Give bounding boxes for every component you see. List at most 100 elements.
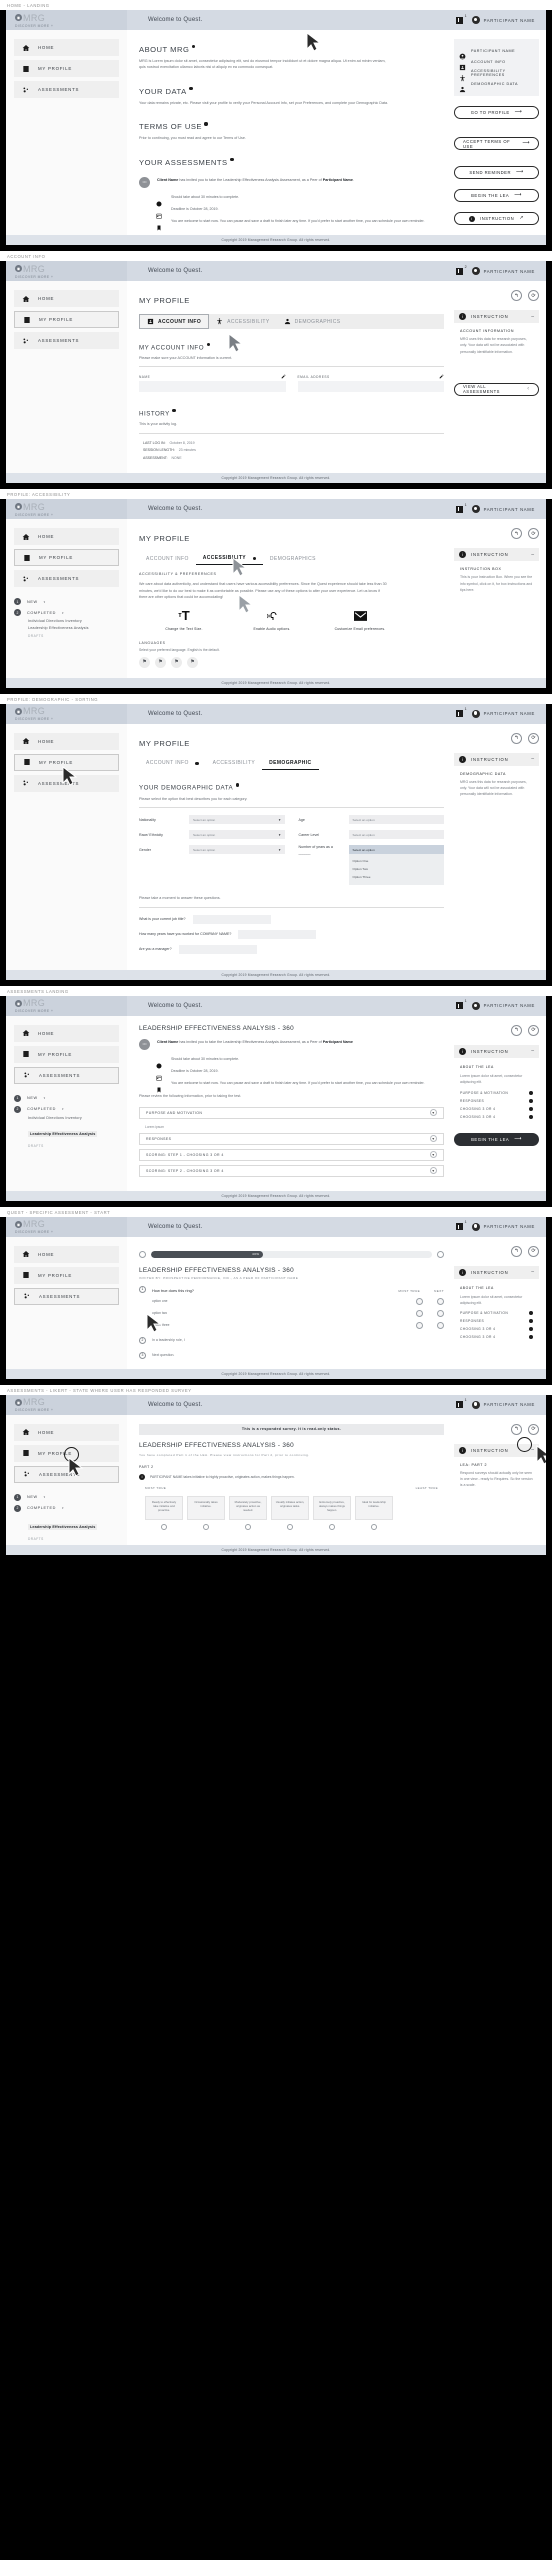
brand-logo[interactable]: ◉ MRG DISCOVER MORE + — [6, 703, 127, 724]
sidebar-link-idi[interactable]: Individual Directions Inventory — [28, 619, 127, 623]
sidebar-item-assessments[interactable]: ASSESSMENTS — [14, 1066, 119, 1084]
rail-item[interactable]: RESPONSES — [460, 1098, 533, 1103]
tab-accessibility[interactable]: ACCESSIBILITY — [209, 315, 276, 328]
collapse-icon[interactable]: – — [531, 314, 534, 320]
info-dot-icon[interactable] — [235, 783, 240, 787]
refresh-button[interactable]: ⟳ — [528, 1024, 539, 1036]
sidebar-item-assessments[interactable]: ASSESSMENTS — [14, 774, 119, 792]
sidebar-link-idi[interactable]: Individual Directions Inventory — [28, 1116, 127, 1120]
chevron-down-icon[interactable]: ▾ — [62, 1107, 64, 1111]
sidebar-link-lea[interactable]: Leadership Effectiveness Analysis — [28, 626, 127, 630]
manager-input[interactable] — [178, 944, 257, 954]
dropdown-option[interactable]: Option One — [353, 856, 441, 864]
section-scoring-step-1[interactable]: SCORING: STEP 1 - CHOOSING 3 OR 4 ▾ — [139, 1148, 444, 1161]
brand-tagline[interactable]: DISCOVER MORE + — [15, 717, 127, 721]
sidebar-item-assessments[interactable]: ASSESSMENTS — [14, 1465, 119, 1483]
gender-select[interactable]: Select an option ▾ — [189, 845, 285, 855]
option-email[interactable]: Customize Email preferences. — [329, 609, 391, 631]
user-menu[interactable]: PARTICIPANT NAME — [471, 1222, 535, 1231]
undo-button[interactable]: ↰ — [511, 732, 522, 744]
info-dot-icon[interactable] — [204, 122, 208, 126]
section-scoring-step-2[interactable]: SCORING: STEP 2 - CHOOSING 3 OR 4 ▾ — [139, 1164, 444, 1177]
sidebar-item-assessments[interactable]: ASSESSMENTS — [14, 570, 119, 588]
accept-terms-button[interactable]: ACCEPT TERMS OF USE ⟶ — [454, 137, 539, 150]
radio-option[interactable] — [203, 1523, 209, 1530]
tab-demographics[interactable]: DEMOGRAPHICS — [277, 315, 348, 328]
refresh-button[interactable]: ⟳ — [528, 528, 539, 540]
option-audio[interactable]: Enable Audio options. — [241, 609, 303, 631]
chevron-down-icon[interactable]: ▾ — [44, 1495, 46, 1499]
sidebar-item-my-profile[interactable]: MY PROFILE — [14, 1045, 119, 1063]
brand-logo[interactable]: ◉ MRG DISCOVER MORE + — [6, 1216, 127, 1237]
age-select[interactable]: Select an option — [348, 815, 444, 825]
next-question-row[interactable]: 3 Next question. — [139, 1351, 444, 1359]
info-dot-icon[interactable] — [252, 556, 256, 561]
notifications-button[interactable]: 1 — [455, 14, 467, 24]
progress-bar[interactable]: 40% — [139, 1250, 444, 1258]
years-company-input[interactable] — [238, 929, 317, 939]
rail-item[interactable]: CHOOSING 3 OR 4 — [460, 1106, 533, 1111]
menu-item-account-info[interactable]: ACCOUNT INFO — [459, 56, 534, 71]
brand-tagline[interactable]: DISCOVER MORE + — [15, 513, 127, 517]
radio-option[interactable] — [371, 1523, 377, 1530]
radio-option[interactable] — [329, 1523, 335, 1530]
brand-logo[interactable]: ◉ MRG DISCOVER MORE + — [6, 261, 127, 281]
chevron-down-icon[interactable]: ▾ — [62, 611, 64, 615]
refresh-button[interactable]: ⟳ — [528, 1423, 539, 1435]
brand-tagline[interactable]: DISCOVER MORE + — [15, 1009, 127, 1013]
instruction-header[interactable]: i INSTRUCTION – — [454, 310, 539, 323]
notifications-button[interactable]: 1 — [455, 1220, 467, 1231]
sidebar-item-home[interactable]: HOME — [14, 39, 119, 56]
notifications-button[interactable]: 1 — [455, 503, 467, 513]
info-dot-icon[interactable] — [172, 409, 176, 413]
tab-account-info[interactable]: ACCOUNT INFO — [139, 314, 210, 329]
sidebar-item-home[interactable]: MY PROFILE HOME — [14, 528, 119, 546]
tab-demographics[interactable]: DEMOGRAPHICS — [263, 553, 323, 565]
view-all-assessments-button[interactable]: VIEW ALL ASSESSMENTS ⁖ — [454, 382, 539, 396]
rail-item[interactable]: PURPOSE & MOTIVATION — [460, 1090, 533, 1095]
sidebar-group-new[interactable]: 1 NEW ▾ — [14, 598, 127, 606]
instruction-button[interactable]: i INSTRUCTION ↗ — [454, 212, 539, 225]
user-menu[interactable]: PARTICIPANT NAME — [471, 267, 535, 275]
brand-tagline[interactable]: DISCOVER MORE + — [15, 24, 127, 28]
begin-lea-button[interactable]: BEGIN THE LEA ⟶ — [454, 189, 539, 202]
chevron-down-icon[interactable]: ▾ — [62, 1506, 64, 1510]
tab-accessibility[interactable]: ACCESSIBILITY — [206, 757, 262, 769]
email-input[interactable] — [297, 381, 444, 393]
sidebar-item-home[interactable]: HOME — [14, 1245, 119, 1263]
brand-logo[interactable]: ◉ MRG DISCOVER MORE + — [6, 995, 127, 1016]
info-dot-icon[interactable] — [230, 157, 234, 162]
sidebar-link-lea[interactable]: Leadership Effectiveness Analysis — [28, 1523, 98, 1530]
sidebar-group-new[interactable]: 1 NEW ▾ — [14, 1493, 127, 1501]
matrix-cell[interactable]: Extremely proactive, always makes things… — [313, 1495, 351, 1530]
sidebar-group-completed[interactable]: 2 COMPLETED ▾ — [14, 1504, 127, 1512]
tab-account-info[interactable]: ACCOUNT INFO — [139, 757, 206, 769]
radio-option[interactable] — [287, 1523, 293, 1530]
info-dot-icon[interactable] — [191, 45, 196, 49]
radio-most-true[interactable] — [416, 1321, 423, 1329]
collapse-icon[interactable]: – — [531, 1447, 534, 1453]
race-ethnicity-select[interactable]: Select an option ▾ — [189, 830, 285, 840]
user-menu[interactable]: PARTICIPANT NAME — [471, 505, 535, 514]
matrix-cell[interactable]: Occasionally takes initiative. — [187, 1495, 225, 1530]
menu-item-accessibility-preferences[interactable]: ACCESSIBILITY PREFERENCES — [459, 67, 534, 82]
radio-next[interactable] — [437, 1321, 444, 1329]
sidebar-item-my-profile[interactable]: MY PROFILE — [14, 1266, 119, 1284]
sidebar-item-my-profile[interactable]: MY PROFILE — [14, 311, 119, 328]
matrix-cell[interactable]: Ideal for leadership initiative. — [355, 1495, 393, 1530]
instruction-header[interactable]: i INSTRUCTION – — [454, 1044, 539, 1058]
radio-option[interactable] — [245, 1523, 251, 1530]
nationality-select[interactable]: Select an option ▾ — [189, 815, 285, 825]
instruction-header[interactable]: i INSTRUCTION – — [454, 1265, 539, 1279]
radio-most-true[interactable] — [416, 1297, 423, 1305]
brand-logo[interactable]: ◉ MRG DISCOVER MORE + — [6, 10, 127, 30]
sidebar-item-home[interactable]: HOME — [14, 1423, 119, 1441]
user-menu[interactable]: PARTICIPANT NAME — [471, 16, 535, 24]
sidebar-item-assessments[interactable]: ASSESSMENTS — [14, 332, 119, 349]
rail-item[interactable]: RESPONSES — [460, 1319, 533, 1324]
radio-next[interactable] — [437, 1309, 444, 1317]
send-reminder-button[interactable]: SEND REMINDER ⟶ — [454, 166, 539, 179]
collapse-icon[interactable]: – — [531, 756, 534, 762]
undo-button[interactable]: ↰ — [511, 290, 522, 301]
number-of-years-select[interactable]: Select an option — [348, 845, 444, 855]
